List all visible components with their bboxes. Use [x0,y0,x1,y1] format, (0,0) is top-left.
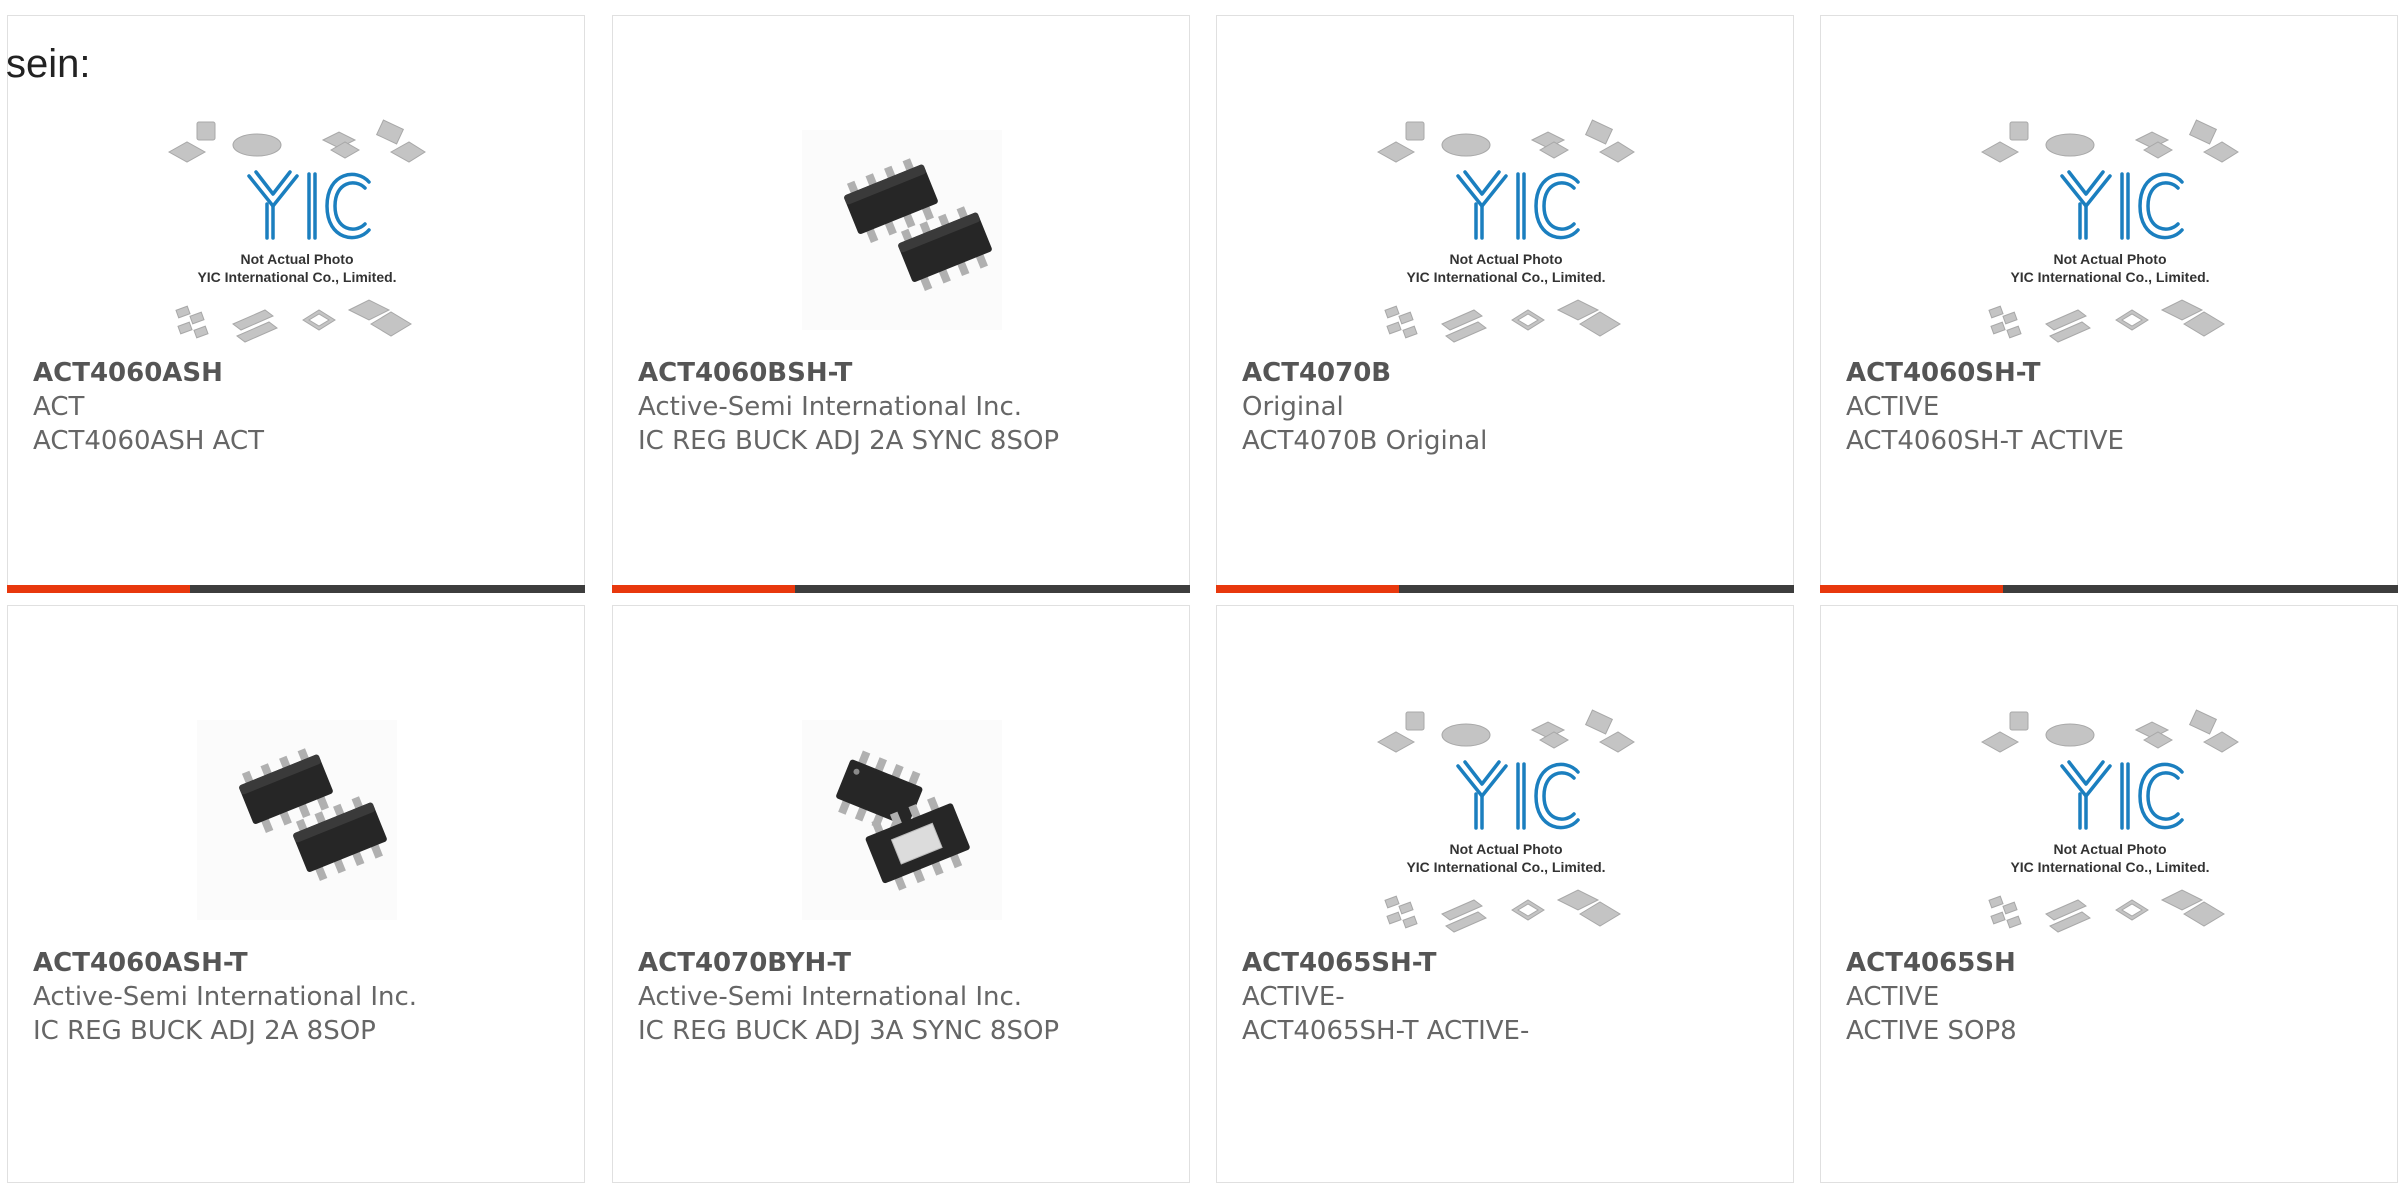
placeholder-caption-1: Not Actual Photo [240,251,353,267]
description: IC REG BUCK ADJ 2A 8SOP [33,1016,376,1046]
product-card[interactable]: Not Actual Photo YIC International Co., … [1216,605,1794,1183]
product-card[interactable]: Not Actual Photo YIC International Co., … [1820,15,2398,593]
card-bottom-bar [7,585,585,593]
sop8-thermal-pad-photo [802,720,1002,920]
chip-thumbnails-top [1980,709,2239,753]
description: IC REG BUCK ADJ 2A SYNC 8SOP [638,426,1060,456]
chip-thumbnails-top [167,119,426,163]
part-number[interactable]: ACT4060ASH-T [33,946,574,980]
yic-logo-icon [1456,170,1580,240]
chip-thumbnails-bottom [175,299,412,343]
product-card[interactable]: Not Actual Photo YIC International Co., … [7,15,585,593]
product-image[interactable]: Not Actual Photo YIC International Co., … [1372,96,1640,364]
manufacturer: Active-Semi International Inc. [33,982,418,1012]
description: ACT4070B Original [1242,426,1488,456]
manufacturer: ACTIVE- [1242,982,1345,1012]
chip-thumbnails-bottom [1384,889,1621,933]
placeholder-caption-1: Not Actual Photo [2053,841,2166,857]
part-number[interactable]: ACT4065SH [1846,946,2387,980]
chip-thumbnails-top [1376,119,1635,163]
placeholder-caption-2: YIC International Co., Limited. [2010,859,2209,875]
part-number[interactable]: ACT4060SH-T [1846,356,2387,390]
manufacturer: Active-Semi International Inc. [638,392,1023,422]
card-bar-accent [1820,585,2003,593]
product-image[interactable] [768,96,1036,364]
placeholder-caption-2: YIC International Co., Limited. [1406,269,1605,285]
description: IC REG BUCK ADJ 3A SYNC 8SOP [638,1016,1060,1046]
part-number[interactable]: ACT4070BYH-T [638,946,1179,980]
product-image[interactable]: Not Actual Photo YIC International Co., … [1372,686,1640,954]
product-card[interactable]: ACT4070BYH-T Active-Semi International I… [612,605,1190,1183]
card-bottom-bar [612,585,1190,593]
description: ACT4060ASH ACT [33,426,265,456]
part-number[interactable]: ACT4070B [1242,356,1783,390]
sop8-chip-photo [197,720,397,920]
card-bar-accent [1216,585,1399,593]
placeholder-caption-1: Not Actual Photo [1449,841,1562,857]
manufacturer: Original [1242,392,1344,422]
description: ACT4065SH-T ACTIVE- [1242,1016,1530,1046]
part-number[interactable]: ACT4060ASH [33,356,574,390]
manufacturer: ACTIVE [1846,982,1940,1012]
chip-thumbnails-top [1376,709,1635,753]
placeholder-caption-2: YIC International Co., Limited. [197,269,396,285]
yic-logo-icon [2060,170,2184,240]
card-bottom-bar [1216,585,1794,593]
description: ACT4060SH-T ACTIVE [1846,426,2124,456]
product-image[interactable]: Not Actual Photo YIC International Co., … [163,96,431,364]
placeholder-caption-2: YIC International Co., Limited. [2010,269,2209,285]
not-actual-photo-placeholder: Not Actual Photo YIC International Co., … [1980,709,2239,933]
chip-thumbnails-bottom [1988,889,2225,933]
placeholder-caption-1: Not Actual Photo [2053,251,2166,267]
product-card[interactable]: Not Actual Photo YIC International Co., … [1216,15,1794,593]
product-card[interactable]: ACT4060BSH-T Active-Semi International I… [612,15,1190,593]
product-image[interactable] [768,686,1036,954]
not-actual-photo-placeholder: Not Actual Photo YIC International Co., … [1376,119,1635,343]
yic-logo-icon [2060,760,2184,830]
part-number[interactable]: ACT4065SH-T [1242,946,1783,980]
manufacturer: Active-Semi International Inc. [638,982,1023,1012]
product-card[interactable]: Not Actual Photo YIC International Co., … [1820,605,2398,1183]
section-heading: sein: [6,42,91,86]
not-actual-photo-placeholder: Not Actual Photo YIC International Co., … [1376,709,1635,933]
card-bar-accent [612,585,795,593]
placeholder-caption-1: Not Actual Photo [1449,251,1562,267]
product-card[interactable]: ACT4060ASH-T Active-Semi International I… [7,605,585,1183]
placeholder-caption-2: YIC International Co., Limited. [1406,859,1605,875]
chip-thumbnails-bottom [1988,299,2225,343]
product-image[interactable]: Not Actual Photo YIC International Co., … [1976,96,2244,364]
yic-logo-icon [247,170,371,240]
not-actual-photo-placeholder: Not Actual Photo YIC International Co., … [1980,119,2239,343]
chip-thumbnails-bottom [1384,299,1621,343]
part-number[interactable]: ACT4060BSH-T [638,356,1179,390]
card-bottom-bar [1820,585,2398,593]
product-image[interactable] [163,686,431,954]
yic-logo-icon [1456,760,1580,830]
sop8-chip-photo [802,130,1002,330]
card-bar-accent [7,585,190,593]
not-actual-photo-placeholder: Not Actual Photo YIC International Co., … [167,119,426,343]
product-image[interactable]: Not Actual Photo YIC International Co., … [1976,686,2244,954]
description: ACTIVE SOP8 [1846,1016,2017,1046]
manufacturer: ACT [33,392,85,422]
manufacturer: ACTIVE [1846,392,1940,422]
chip-thumbnails-top [1980,119,2239,163]
